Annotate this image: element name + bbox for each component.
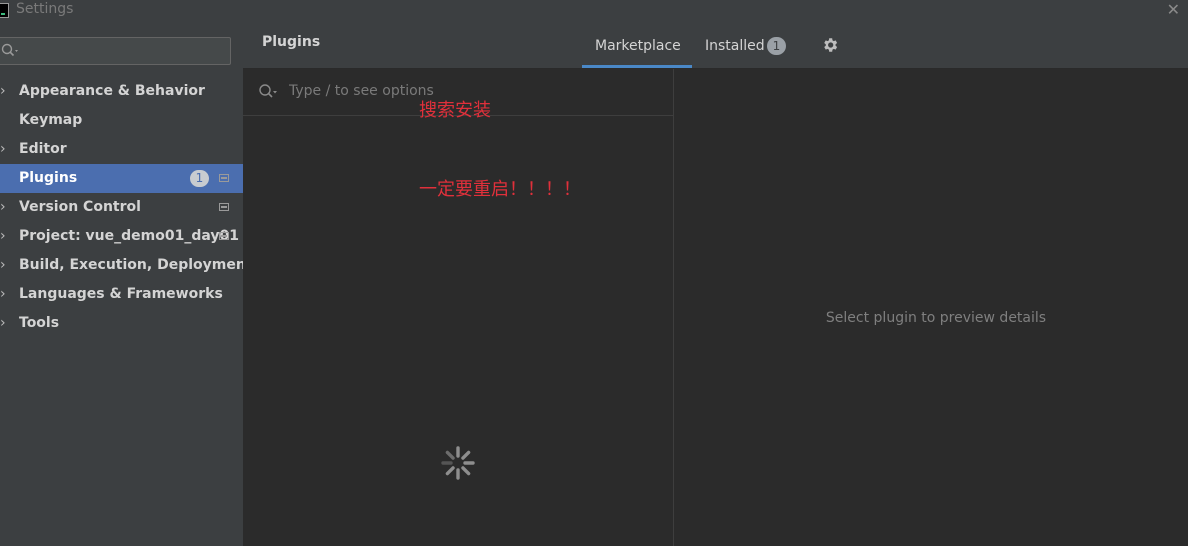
search-icon xyxy=(1,43,18,57)
sidebar-item-label: Keymap xyxy=(19,112,83,128)
chevron-right-icon[interactable]: › xyxy=(0,222,12,251)
sidebar-item-label: Appearance & Behavior xyxy=(19,83,205,99)
sidebar-item-label: Project: vue_demo01_day01 xyxy=(19,228,239,244)
sidebar-item-label: Languages & Frameworks xyxy=(19,286,223,302)
sidebar-item-label: Editor xyxy=(19,141,67,157)
app-icon xyxy=(0,3,9,18)
sidebar-item-version-control[interactable]: › Version Control xyxy=(0,193,243,222)
chevron-right-icon[interactable]: › xyxy=(0,77,12,106)
sidebar-item-label: Tools xyxy=(19,315,60,331)
sidebar-item-tools[interactable]: › Tools xyxy=(0,309,243,338)
chevron-right-icon[interactable]: › xyxy=(0,251,12,280)
installed-count-badge: 1 xyxy=(767,37,786,55)
plugin-count-badge: 1 xyxy=(190,170,209,187)
tab-installed-label: Installed xyxy=(705,38,765,54)
active-tab-indicator xyxy=(582,65,692,68)
chevron-right-icon[interactable]: › xyxy=(0,135,12,164)
sidebar-item-plugins[interactable]: Plugins 1 xyxy=(0,164,243,193)
project-level-icon xyxy=(219,232,229,240)
gear-icon[interactable] xyxy=(821,36,839,54)
sidebar-item-label: Plugins xyxy=(19,170,78,186)
sidebar-item-build-execution-deployment[interactable]: › Build, Execution, Deployment xyxy=(0,251,253,280)
close-button[interactable]: ✕ xyxy=(1167,0,1180,19)
title-bar: Settings ✕ xyxy=(0,0,1188,24)
chevron-right-icon[interactable]: › xyxy=(0,193,12,222)
sidebar-search-input[interactable] xyxy=(0,37,231,65)
chevron-right-icon[interactable]: › xyxy=(0,280,12,309)
sidebar-item-appearance-behavior[interactable]: › Appearance & Behavior xyxy=(0,77,243,106)
settings-sidebar: › Appearance & Behavior Keymap › Editor Plugi… xyxy=(0,24,253,546)
window-title: Settings xyxy=(16,1,74,17)
sidebar-item-keymap[interactable]: Keymap xyxy=(0,106,243,135)
settings-nav: › Appearance & Behavior Keymap › Editor Plugi… xyxy=(0,77,253,338)
chevron-right-icon[interactable]: › xyxy=(0,309,12,338)
sidebar-item-languages-frameworks[interactable]: › Languages & Frameworks xyxy=(0,280,243,309)
sidebar-item-label: Build, Execution, Deployment xyxy=(19,257,253,273)
sidebar-item-project-vue-demo01-day01[interactable]: › Project: vue_demo01_day01 xyxy=(0,222,243,251)
search-icon xyxy=(259,84,277,98)
plugin-detail-pane: Select plugin to preview details xyxy=(674,69,1188,546)
plugins-header: Plugins Marketplace Installed 1 xyxy=(243,24,1188,69)
plugin-list-pane: 搜索安装 一定要重启！！！！ xyxy=(243,69,673,546)
tab-marketplace[interactable]: Marketplace xyxy=(582,24,692,68)
page-title: Plugins xyxy=(262,34,321,50)
tab-installed[interactable]: Installed 1 xyxy=(705,24,790,68)
annotation-restart-required: 一定要重启！！！！ xyxy=(419,179,581,200)
project-level-icon xyxy=(219,174,229,182)
annotation-search-install: 搜索安装 xyxy=(419,100,491,121)
project-level-icon xyxy=(219,203,229,211)
tab-marketplace-label: Marketplace xyxy=(595,38,681,54)
spinner-icon xyxy=(441,446,475,480)
sidebar-item-editor[interactable]: › Editor xyxy=(0,135,243,164)
sidebar-item-label: Version Control xyxy=(19,199,141,215)
empty-detail-message: Select plugin to preview details xyxy=(825,310,1047,326)
